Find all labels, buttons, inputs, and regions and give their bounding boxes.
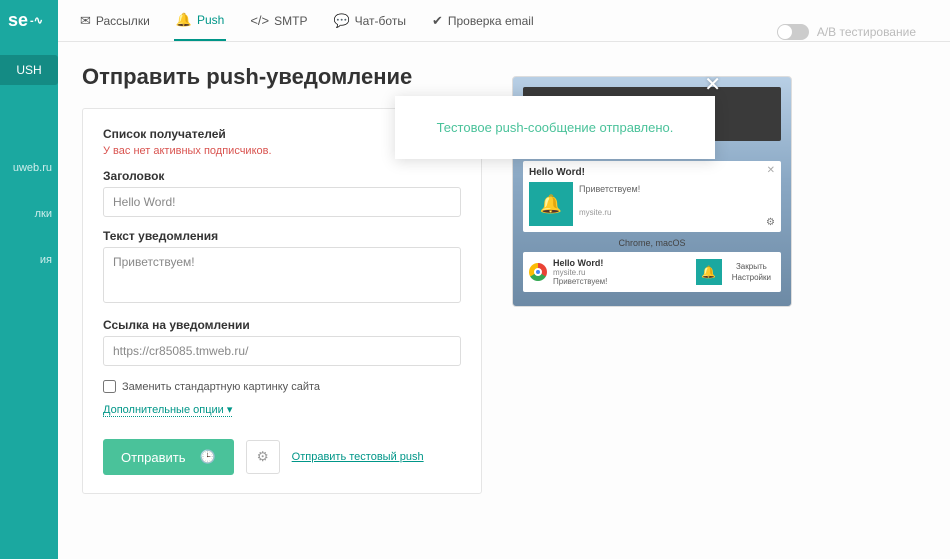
notif-title: Hello Word! xyxy=(529,167,775,178)
send-test-link[interactable]: Отправить тестовый push xyxy=(292,451,424,463)
sidebar-item[interactable]: ия xyxy=(0,246,58,274)
clock-icon: 🕒 xyxy=(199,449,215,465)
gear-icon: ⚙ xyxy=(766,217,775,228)
nav-push[interactable]: 🔔Push xyxy=(174,0,227,41)
page-title: Отправить push-уведомление xyxy=(82,64,482,90)
bell-icon: 🔔 xyxy=(529,182,573,226)
mac-close-action: Закрыть xyxy=(728,261,775,272)
sidebar: se-∿ USH uweb.ru лки ия xyxy=(0,0,58,559)
nav-mailings[interactable]: ✉Рассылки xyxy=(78,0,152,41)
sidebar-item[interactable]: uweb.ru xyxy=(0,154,58,182)
toggle-switch[interactable] xyxy=(777,24,809,40)
chrome-icon xyxy=(529,263,547,281)
nav-email-check[interactable]: ✔Проверка email xyxy=(430,0,536,41)
link-input[interactable] xyxy=(103,336,461,366)
main: ✉Рассылки 🔔Push </>SMTP 💬Чат-боты ✔Прове… xyxy=(58,0,950,559)
mac-notif-title: Hello Word! xyxy=(553,258,690,268)
sidebar-push-button[interactable]: USH xyxy=(0,55,58,85)
notif-site: mysite.ru xyxy=(579,208,775,217)
bell-icon: 🔔 xyxy=(176,12,192,28)
chat-icon: 💬 xyxy=(333,13,349,29)
settings-button[interactable]: ⚙ xyxy=(246,440,280,474)
notification-windows: Hello Word! 🔔 Приветствуем! mysite.ru ✕ xyxy=(523,161,781,232)
envelope-icon: ✉ xyxy=(80,13,91,29)
mac-label: Chrome, macOS xyxy=(513,238,791,248)
title-label: Заголовок xyxy=(103,169,461,183)
replace-image-label: Заменить стандартную картинку сайта xyxy=(122,381,320,393)
gear-icon: ⚙ xyxy=(257,449,269,464)
logo: se-∿ xyxy=(0,0,58,40)
send-button[interactable]: Отправить🕒 xyxy=(103,439,234,475)
bell-icon: 🔔 xyxy=(696,259,722,285)
title-input[interactable] xyxy=(103,187,461,217)
notif-body: Приветствуем! xyxy=(579,184,775,194)
link-label: Ссылка на уведомлении xyxy=(103,318,461,332)
mac-notif-body: Приветствуем! xyxy=(553,277,690,286)
more-options-link[interactable]: Дополнительные опции ▾ xyxy=(103,403,232,417)
success-modal: ✕ Тестовое push-сообщение отправлено. xyxy=(395,96,715,159)
mac-notif-site: mysite.ru xyxy=(553,268,690,277)
replace-image-checkbox[interactable] xyxy=(103,380,116,393)
modal-message: Тестовое push-сообщение отправлено. xyxy=(415,120,695,135)
mac-settings-action: Настройки xyxy=(728,272,775,283)
body-textarea[interactable]: Приветствуем! xyxy=(103,247,461,303)
nav-smtp[interactable]: </>SMTP xyxy=(248,0,309,41)
form-panel: Список получателей У вас нет активных по… xyxy=(82,108,482,494)
ab-testing-toggle[interactable]: A/B тестирование xyxy=(777,24,916,40)
nav-chatbots[interactable]: 💬Чат-боты xyxy=(331,0,408,41)
check-icon: ✔ xyxy=(432,13,443,29)
code-icon: </> xyxy=(250,13,269,28)
sidebar-item[interactable] xyxy=(0,120,58,136)
modal-close-button[interactable]: ✕ xyxy=(704,72,721,97)
close-icon: ✕ xyxy=(767,165,775,176)
sidebar-item[interactable]: лки xyxy=(0,200,58,228)
body-label: Текст уведомления xyxy=(103,229,461,243)
notification-mac: Hello Word! mysite.ru Приветствуем! 🔔 За… xyxy=(523,252,781,292)
